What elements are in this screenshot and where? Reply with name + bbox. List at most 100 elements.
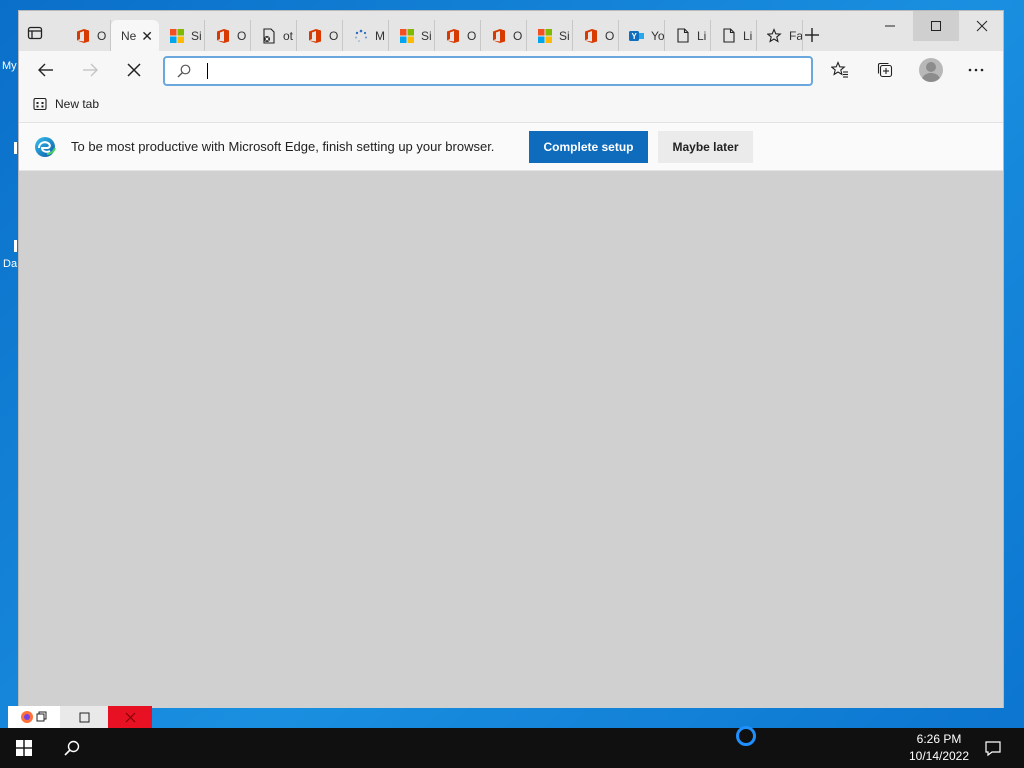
navigation-toolbar	[19, 51, 1003, 89]
tab-label: M	[375, 28, 385, 43]
firefox-icon	[21, 711, 33, 723]
search-icon	[64, 740, 80, 756]
favorites-bar: New tab	[19, 89, 1003, 123]
windows-taskbar: 6:26 PM 10/14/2022	[0, 726, 1024, 768]
maybe-later-button[interactable]: Maybe later	[658, 131, 753, 163]
settings-more-button[interactable]	[961, 55, 991, 85]
browser-tab[interactable]: ot	[251, 20, 297, 51]
tab-label: O	[97, 28, 107, 43]
favorites-star-icon	[831, 61, 848, 78]
browser-tab[interactable]: O	[65, 20, 111, 51]
maximize-button[interactable]	[913, 11, 959, 41]
tab-label: Yo	[651, 28, 665, 43]
office-icon	[583, 28, 599, 44]
desktop-icon-fragment	[14, 142, 17, 154]
browser-tab[interactable]: O	[297, 20, 343, 51]
forward-button[interactable]	[75, 55, 105, 85]
favorites-bar-item-label: New tab	[55, 97, 100, 111]
new-tab-page-icon	[33, 97, 47, 111]
minimized-window-strip	[8, 706, 152, 728]
svg-text:Y: Y	[632, 32, 638, 41]
maximize-mini-button[interactable]	[60, 706, 108, 728]
profile-avatar-icon[interactable]	[919, 58, 943, 82]
text-caret	[207, 63, 208, 79]
tab-label: Si	[421, 28, 432, 43]
browser-tab[interactable]: Li	[665, 20, 711, 51]
page-icon	[675, 28, 691, 44]
tab-label: O	[329, 28, 339, 43]
browser-tab[interactable]: Si	[527, 20, 573, 51]
address-bar[interactable]	[163, 56, 813, 86]
more-dots-icon	[968, 68, 984, 72]
page-content-area[interactable]	[19, 172, 1003, 708]
tab-list: O Ne ✕ Si Oot O M Si O O Si O Y Yo Li Li Fa	[65, 20, 803, 51]
forward-arrow-icon	[83, 63, 98, 77]
browser-tab[interactable]: Si	[389, 20, 435, 51]
tab-close-icon[interactable]: ✕	[141, 28, 153, 45]
minimize-button[interactable]	[867, 11, 913, 41]
tab-label: Ne	[121, 28, 137, 43]
tab-label: O	[237, 28, 247, 43]
office-icon	[215, 28, 231, 44]
stop-loading-button[interactable]	[119, 55, 149, 85]
desktop-icon-label-my[interactable]: My	[2, 60, 17, 72]
favorites-bar-item-new-tab[interactable]: New tab	[33, 97, 99, 111]
document-icon	[261, 27, 277, 44]
browser-tab[interactable]: O	[435, 20, 481, 51]
restore-icon	[36, 711, 47, 722]
address-input[interactable]	[209, 61, 799, 81]
browser-tab[interactable]: M	[343, 20, 389, 51]
office-icon	[75, 28, 91, 44]
taskbar-search-button[interactable]	[48, 728, 96, 768]
new-tab-button[interactable]	[801, 24, 823, 46]
close-window-button[interactable]	[959, 11, 1005, 41]
tab-actions-icon[interactable]	[27, 25, 51, 47]
desktop-icon-fragment	[14, 240, 17, 252]
desktop-icon-label-da[interactable]: Da	[3, 258, 17, 270]
edge-browser-window: O Ne ✕ Si Oot O M Si O O Si O Y Yo Li Li Fa	[18, 10, 1004, 708]
close-icon	[125, 712, 135, 722]
close-mini-button[interactable]	[108, 706, 152, 728]
tab-label: Li	[697, 28, 707, 43]
clock-date: 10/14/2022	[908, 749, 970, 763]
tab-label: O	[605, 28, 615, 43]
microsoft-icon	[399, 28, 415, 44]
browser-tab[interactable]: Ne ✕	[111, 20, 159, 51]
browser-tab[interactable]: O	[573, 20, 619, 51]
tab-label: ot	[283, 28, 294, 43]
yammer-icon: Y	[629, 28, 645, 44]
collections-button[interactable]	[870, 55, 900, 85]
browser-tab[interactable]: O	[481, 20, 527, 51]
clock-time: 6:26 PM	[916, 732, 962, 746]
tab-label: Si	[559, 28, 570, 43]
close-icon	[127, 63, 141, 77]
collections-icon	[877, 62, 893, 78]
back-button[interactable]	[31, 55, 61, 85]
start-button[interactable]	[0, 728, 48, 768]
tab-label: O	[467, 28, 477, 43]
office-icon	[491, 28, 507, 44]
favorites-icon	[767, 27, 783, 44]
notification-icon	[985, 741, 1001, 757]
action-center-button[interactable]	[978, 728, 1008, 768]
loading-icon	[353, 28, 369, 44]
browser-tab[interactable]: Si	[159, 20, 205, 51]
firefox-window-thumbnail[interactable]	[8, 706, 60, 728]
browser-tab[interactable]: Y Yo	[619, 20, 665, 51]
cortana-icon[interactable]	[736, 726, 756, 746]
complete-setup-button[interactable]: Complete setup	[529, 131, 648, 163]
back-arrow-icon	[38, 63, 53, 77]
office-icon	[445, 28, 461, 44]
favorites-button[interactable]	[825, 55, 855, 85]
browser-tab[interactable]: O	[205, 20, 251, 51]
edge-logo-icon	[35, 137, 56, 157]
tab-label: Si	[191, 28, 202, 43]
taskbar-clock[interactable]: 6:26 PM 10/14/2022	[900, 731, 978, 765]
tab-label: Li	[743, 28, 753, 43]
tab-label: O	[513, 28, 523, 43]
office-icon	[307, 28, 323, 44]
windows-logo-icon	[16, 740, 32, 756]
browser-tab[interactable]: Li	[711, 20, 757, 51]
microsoft-icon	[169, 28, 185, 44]
browser-tab[interactable]: Fa	[757, 20, 803, 51]
